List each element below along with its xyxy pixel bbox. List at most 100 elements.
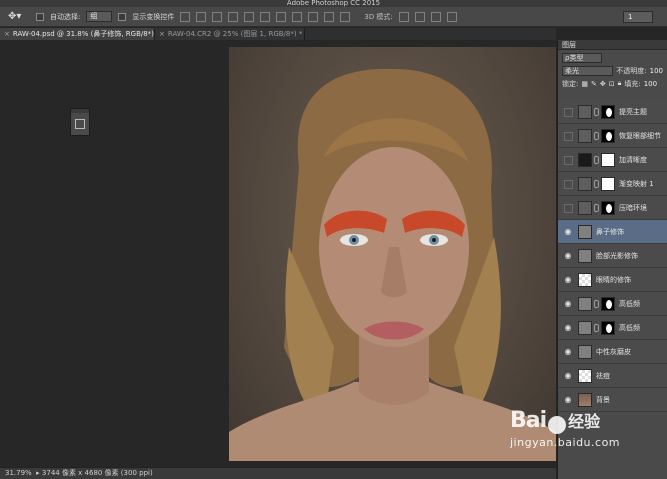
layer-name[interactable]: 恢复眼部细节 <box>619 131 661 141</box>
pan-3d-icon[interactable] <box>430 11 441 22</box>
layer-row[interactable]: 提亮主题 <box>558 100 667 124</box>
mask-link-icon[interactable] <box>594 323 599 332</box>
layer-thumbnail[interactable] <box>578 320 592 335</box>
layer-thumbnail[interactable] <box>578 176 592 191</box>
visibility-eye-icon[interactable]: ◉ <box>562 274 574 286</box>
expand-arrow-icon[interactable]: ▸ <box>36 469 40 477</box>
layer-row[interactable]: ◉ 鼻子修饰 <box>558 220 667 244</box>
tab-raw04-psd[interactable]: × RAW-04.psd @ 31.8% (鼻子修饰, RGB/8*) * <box>0 28 160 40</box>
align-vcenter-icon[interactable] <box>196 11 207 22</box>
layer-mask-thumbnail[interactable] <box>601 200 615 215</box>
layer-name[interactable]: 高低频 <box>619 299 640 309</box>
layer-row[interactable]: 压暗环境 <box>558 196 667 220</box>
opacity-value[interactable]: 100 <box>650 67 663 75</box>
layer-row[interactable]: 恢复眼部细节 <box>558 124 667 148</box>
layer-thumbnail[interactable] <box>578 344 592 359</box>
distribute-left-icon[interactable] <box>324 11 335 22</box>
layer-name[interactable]: 高低频 <box>619 323 640 333</box>
layer-name[interactable]: 加清晰度 <box>619 155 647 165</box>
layer-thumbnail[interactable] <box>578 224 592 239</box>
distribute-bottom-icon[interactable] <box>308 11 319 22</box>
auto-select-checkbox[interactable] <box>36 12 44 21</box>
layer-name[interactable]: 眼睛的修饰 <box>596 275 631 285</box>
show-transform-checkbox[interactable] <box>118 12 127 21</box>
visibility-eye-icon[interactable]: ◉ <box>562 298 574 310</box>
layer-mask-thumbnail[interactable] <box>601 320 615 335</box>
move-tool-icon[interactable]: ✥▾ <box>8 10 30 24</box>
visibility-eye-icon[interactable]: ◉ <box>562 322 574 334</box>
layer-row[interactable]: ◉ 高低频 <box>558 292 667 316</box>
align-bottom-icon[interactable] <box>212 11 223 22</box>
lock-all-icon[interactable]: 🔒︎ <box>618 79 622 88</box>
visibility-eye-icon[interactable] <box>562 154 574 166</box>
layer-row[interactable]: ◉ 中性灰磨皮 <box>558 340 667 364</box>
layer-thumbnail[interactable] <box>578 248 592 263</box>
layer-mask-thumbnail[interactable] <box>601 104 615 119</box>
layer-thumbnail[interactable] <box>578 152 592 167</box>
layer-name[interactable]: 祛痘 <box>596 371 610 381</box>
history-icon[interactable] <box>75 119 85 129</box>
layer-thumbnail[interactable] <box>578 368 592 383</box>
layer-name[interactable]: 中性灰磨皮 <box>596 347 631 357</box>
visibility-eye-icon[interactable]: ◉ <box>562 394 574 406</box>
blend-mode-dropdown[interactable]: 柔光 <box>562 65 614 76</box>
layer-name[interactable]: 背景 <box>596 395 610 405</box>
lock-brush-icon[interactable]: ✎ <box>591 80 597 88</box>
layer-thumbnail[interactable] <box>578 128 592 143</box>
layer-thumbnail[interactable] <box>578 272 592 287</box>
mask-link-icon[interactable] <box>594 131 599 140</box>
workspace-selector[interactable]: 1 <box>623 11 653 23</box>
close-icon[interactable]: × <box>159 30 165 38</box>
layer-name[interactable]: 渐变映射 1 <box>619 179 654 189</box>
mask-link-icon[interactable] <box>594 203 599 212</box>
layer-name[interactable]: 脸部光影修饰 <box>596 251 638 261</box>
layer-name[interactable]: 鼻子修饰 <box>596 227 624 237</box>
visibility-eye-icon[interactable] <box>562 202 574 214</box>
close-icon[interactable]: × <box>4 30 10 38</box>
layer-row[interactable]: ◉ 祛痘 <box>558 364 667 388</box>
document-info[interactable]: 3744 像素 x 4680 像素 (300 ppi) <box>42 469 153 477</box>
layer-row[interactable]: 渐变映射 1 <box>558 172 667 196</box>
distribute-top-icon[interactable] <box>276 11 287 22</box>
layer-thumbnail[interactable] <box>578 296 592 311</box>
layer-thumbnail[interactable] <box>578 200 592 215</box>
mini-panel-header[interactable] <box>71 109 89 113</box>
mask-link-icon[interactable] <box>594 155 599 164</box>
distribute-right-icon[interactable] <box>340 11 351 22</box>
visibility-eye-icon[interactable]: ◉ <box>562 346 574 358</box>
layer-mask-thumbnail[interactable] <box>601 176 615 191</box>
visibility-eye-icon[interactable]: ◉ <box>562 226 574 238</box>
layer-mask-thumbnail[interactable] <box>601 128 615 143</box>
lock-pixels-icon[interactable]: ▦ <box>581 80 588 88</box>
distribute-vcenter-icon[interactable] <box>292 11 303 22</box>
align-left-icon[interactable] <box>228 11 239 22</box>
layer-name[interactable]: 压暗环境 <box>619 203 647 213</box>
layer-row[interactable]: ◉ 脸部光影修饰 <box>558 244 667 268</box>
mask-link-icon[interactable] <box>594 107 599 116</box>
layer-row[interactable]: 加清晰度 <box>558 148 667 172</box>
lock-position-icon[interactable]: ✥ <box>600 80 606 88</box>
visibility-eye-icon[interactable] <box>562 178 574 190</box>
document-canvas-image[interactable] <box>229 47 556 461</box>
visibility-eye-icon[interactable]: ◉ <box>562 250 574 262</box>
layer-row[interactable]: ◉ 眼睛的修饰 <box>558 268 667 292</box>
lock-artboard-icon[interactable]: ⊡ <box>609 80 615 88</box>
align-top-icon[interactable] <box>180 11 191 22</box>
align-right-icon[interactable] <box>260 11 271 22</box>
mask-link-icon[interactable] <box>594 299 599 308</box>
layer-mask-thumbnail[interactable] <box>601 296 615 311</box>
roll-3d-icon[interactable] <box>414 11 425 22</box>
mask-link-icon[interactable] <box>594 179 599 188</box>
visibility-eye-icon[interactable] <box>562 130 574 142</box>
layer-name[interactable]: 提亮主题 <box>619 107 647 117</box>
fill-value[interactable]: 100 <box>644 80 657 88</box>
layer-thumbnail[interactable] <box>578 392 592 407</box>
auto-select-dropdown[interactable]: 组 <box>86 11 113 22</box>
layer-thumbnail[interactable] <box>578 104 592 119</box>
visibility-eye-icon[interactable]: ◉ <box>562 370 574 382</box>
layer-mask-thumbnail[interactable] <box>601 152 615 167</box>
slide-3d-icon[interactable] <box>446 11 457 22</box>
layer-row[interactable]: ◉ 高低频 <box>558 316 667 340</box>
visibility-eye-icon[interactable] <box>562 106 574 118</box>
align-hcenter-icon[interactable] <box>244 11 255 22</box>
